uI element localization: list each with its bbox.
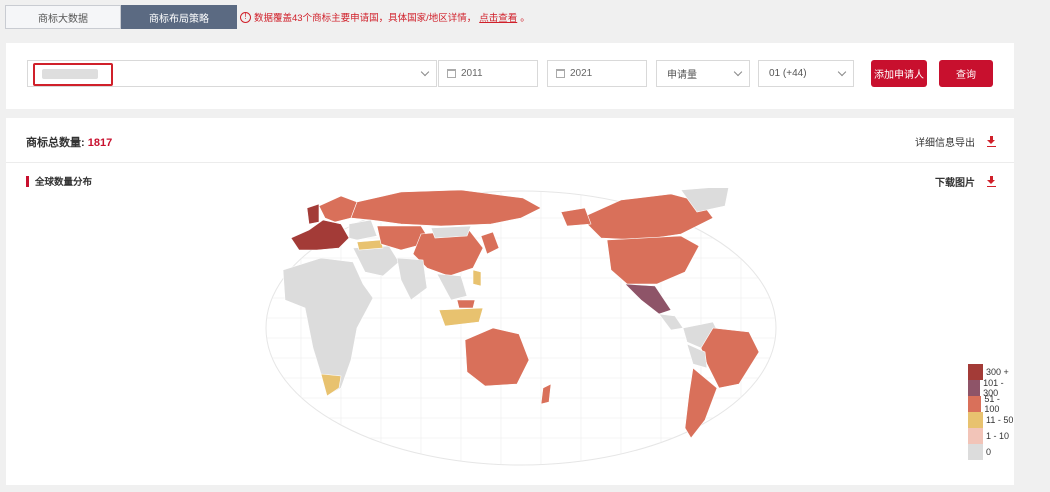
end-year-field[interactable]: 2021 <box>547 60 647 87</box>
result-panel: 商标总数量: 1817 详细信息导出 全球数量分布 下载图片 300 + 101… <box>6 118 1014 485</box>
region-taiwan-philippines[interactable] <box>472 269 482 287</box>
coverage-notice: ! 数据覆盖43个商标主要申请国，具体国家/地区详情， 点击查看 。 <box>240 10 530 24</box>
title-marker <box>26 175 29 187</box>
top-tabs: 商标大数据 商标布局策略 <box>5 5 237 29</box>
map-title-text: 全球数量分布 <box>35 177 93 188</box>
chevron-down-icon <box>420 67 430 77</box>
chevron-down-icon <box>837 67 847 77</box>
export-details-button[interactable]: 详细信息导出 <box>915 134 996 149</box>
region-australia[interactable] <box>464 327 530 387</box>
legend-swatch <box>968 444 983 460</box>
legend-swatch <box>968 380 981 396</box>
total-value: 1817 <box>87 137 113 149</box>
legend-swatch <box>968 364 983 380</box>
total-count: 商标总数量: 1817 <box>26 134 112 150</box>
tab-trademark-big-data[interactable]: 商标大数据 <box>5 5 121 29</box>
legend-swatch <box>968 396 982 412</box>
applicant-highlight-box <box>33 63 113 86</box>
calendar-icon <box>556 69 565 78</box>
info-icon: ! <box>240 11 251 23</box>
legend-item: 51 - 100 <box>968 394 1014 414</box>
applicant-select[interactable] <box>27 60 437 87</box>
query-button[interactable]: 查询 <box>939 60 993 87</box>
download-image-label: 下载图片 <box>935 178 975 189</box>
region-turkey[interactable] <box>356 239 384 251</box>
legend-item: 1 - 10 <box>968 428 1014 444</box>
end-year-value: 2021 <box>570 68 593 79</box>
notice-text: 数据覆盖43个商标主要申请国，具体国家/地区详情， <box>254 13 477 24</box>
download-icon <box>987 136 996 147</box>
legend-item: 11 - 50 <box>968 412 1014 428</box>
map-legend: 300 + 101 - 300 51 - 100 11 - 50 1 - 10 … <box>968 364 1014 460</box>
region-mongolia[interactable] <box>430 225 472 239</box>
export-label: 详细信息导出 <box>915 138 975 149</box>
add-applicant-button[interactable]: 添加申请人 <box>871 60 927 87</box>
divider <box>6 162 1014 163</box>
legend-label: 51 - 100 <box>984 394 1000 414</box>
notice-end: 。 <box>520 13 530 24</box>
total-label: 商标总数量: <box>26 137 85 149</box>
class-select[interactable]: 01 (+44) <box>758 60 854 87</box>
map-section-title: 全球数量分布 <box>26 174 92 188</box>
metric-select[interactable]: 申请量 <box>656 60 750 87</box>
legend-label: 0 <box>986 447 992 457</box>
download-image-button[interactable]: 下载图片 <box>935 174 996 189</box>
notice-link[interactable]: 点击查看 <box>479 10 517 24</box>
tab-trademark-layout-strategy[interactable]: 商标布局策略 <box>121 5 237 29</box>
chevron-down-icon <box>733 67 743 77</box>
legend-label: 11 - 50 <box>986 415 1014 425</box>
metric-value: 申请量 <box>667 70 697 81</box>
calendar-icon <box>447 69 456 78</box>
legend-label: 1 - 10 <box>986 431 1010 441</box>
start-year-field[interactable]: 2011 <box>438 60 538 87</box>
region-malaysia[interactable] <box>456 299 476 309</box>
world-distribution-map <box>265 188 777 466</box>
region-uk[interactable] <box>306 203 320 225</box>
start-year-value: 2011 <box>461 68 483 79</box>
legend-label: 300 + <box>986 367 1009 377</box>
class-value: 01 (+44) <box>769 68 807 79</box>
legend-item: 0 <box>968 444 1014 460</box>
search-panel: 2011 2021 申请量 01 (+44) 添加申请人 查询 <box>6 43 1014 109</box>
legend-swatch <box>968 412 983 428</box>
legend-swatch <box>968 428 983 444</box>
download-icon <box>987 176 996 187</box>
region-europe-west[interactable] <box>290 219 350 251</box>
